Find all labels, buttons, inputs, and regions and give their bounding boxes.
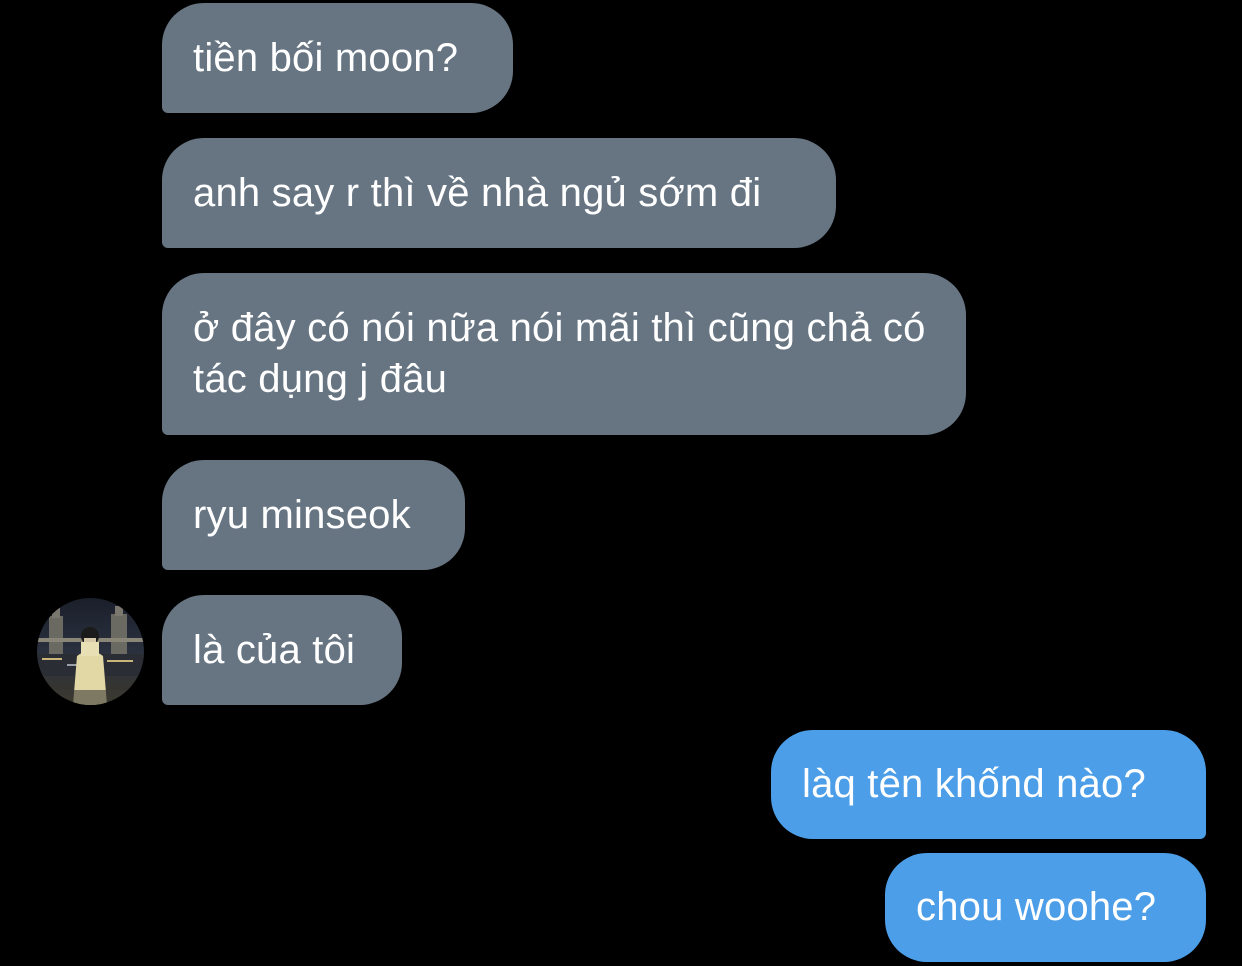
message-bubble-incoming[interactable]: là của tôi	[162, 595, 402, 705]
message-bubble-outgoing[interactable]: làq tên khốnd nào?	[771, 730, 1206, 839]
message-bubble-incoming[interactable]: anh say r thì về nhà ngủ sớm đi	[162, 138, 836, 248]
contact-avatar[interactable]	[37, 598, 144, 705]
message-text: chou woohe?	[916, 885, 1157, 929]
message-text: tiền bối moon?	[193, 35, 459, 80]
message-text: làq tên khốnd nào?	[802, 762, 1146, 806]
message-text: ở đây có nói nữa nói mãi thì cũng chả có…	[193, 306, 937, 401]
message-text: là của tôi	[193, 627, 356, 672]
message-bubble-incoming[interactable]: ryu minseok	[162, 460, 465, 570]
message-bubble-outgoing[interactable]: chou woohe?	[885, 853, 1206, 962]
message-text: ryu minseok	[193, 492, 411, 537]
contact-avatar-photo-icon	[37, 598, 144, 705]
message-bubble-incoming[interactable]: tiền bối moon?	[162, 3, 513, 113]
message-text: anh say r thì về nhà ngủ sớm đi	[193, 170, 762, 215]
message-bubble-incoming[interactable]: ở đây có nói nữa nói mãi thì cũng chả có…	[162, 273, 966, 435]
